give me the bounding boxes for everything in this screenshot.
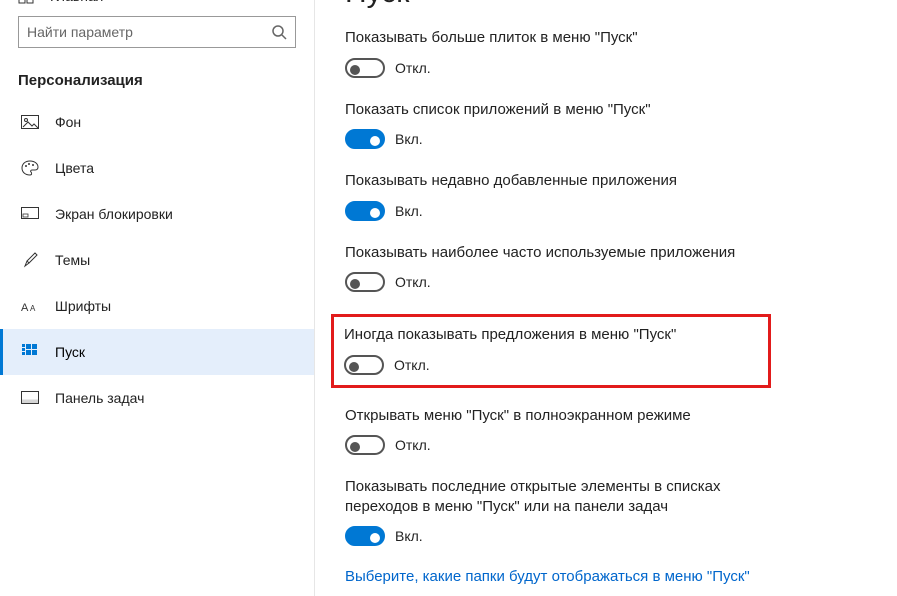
setting-recent-apps: Показывать недавно добавленные приложени… — [345, 171, 897, 221]
sidebar-item-lockscreen[interactable]: Экран блокировки — [0, 191, 314, 237]
setting-label: Показывать недавно добавленные приложени… — [345, 171, 765, 191]
home-icon — [18, 0, 34, 4]
sidebar-item-background[interactable]: Фон — [0, 99, 314, 145]
toggle-state: Вкл. — [395, 528, 423, 544]
toggle-state: Откл. — [395, 60, 431, 76]
toggle-state: Откл. — [394, 357, 430, 373]
sidebar-item-fonts[interactable]: AA Шрифты — [0, 283, 314, 329]
toggle-jump-lists[interactable] — [345, 526, 385, 546]
main-content: Пуск Показывать больше плиток в меню "Пу… — [315, 0, 897, 596]
setting-label: Показывать последние открытые элементы в… — [345, 477, 765, 516]
sidebar-item-label: Фон — [55, 114, 81, 130]
setting-fullscreen: Открывать меню "Пуск" в полноэкранном ре… — [345, 406, 897, 456]
setting-label: Показать список приложений в меню "Пуск" — [345, 100, 765, 120]
brush-icon — [21, 252, 39, 268]
sidebar: Главная Персонализация Фон Цвета — [0, 0, 315, 596]
search-box[interactable] — [18, 16, 296, 48]
setting-app-list: Показать список приложений в меню "Пуск"… — [345, 100, 897, 150]
toggle-state: Откл. — [395, 274, 431, 290]
toggle-fullscreen[interactable] — [345, 435, 385, 455]
sidebar-item-themes[interactable]: Темы — [0, 237, 314, 283]
sidebar-item-taskbar[interactable]: Панель задач — [0, 375, 314, 421]
font-icon: AA — [21, 299, 39, 313]
toggle-state: Вкл. — [395, 203, 423, 219]
toggle-suggestions[interactable] — [344, 355, 384, 375]
sidebar-home-label: Главная — [50, 0, 103, 4]
sidebar-item-label: Шрифты — [55, 298, 111, 314]
toggle-app-list[interactable] — [345, 129, 385, 149]
search-icon — [271, 24, 287, 40]
sidebar-nav: Фон Цвета Экран блокировки Темы AA Шрифт… — [0, 99, 314, 421]
taskbar-icon — [21, 391, 39, 405]
lockscreen-icon — [21, 207, 39, 221]
search-input[interactable] — [27, 24, 271, 40]
toggle-state: Откл. — [395, 437, 431, 453]
sidebar-item-label: Темы — [55, 252, 90, 268]
sidebar-item-label: Экран блокировки — [55, 206, 173, 222]
sidebar-item-label: Панель задач — [55, 390, 144, 406]
setting-most-used: Показывать наиболее часто используемые п… — [345, 243, 897, 293]
setting-jump-lists: Показывать последние открытые элементы в… — [345, 477, 897, 546]
page-title: Пуск — [345, 0, 897, 10]
setting-more-tiles: Показывать больше плиток в меню "Пуск" О… — [345, 28, 897, 78]
sidebar-item-label: Цвета — [55, 160, 94, 176]
toggle-recent-apps[interactable] — [345, 201, 385, 221]
sidebar-item-label: Пуск — [55, 344, 85, 360]
sidebar-section-title: Персонализация — [0, 66, 314, 99]
svg-text:A: A — [30, 304, 36, 313]
setting-suggestions: Иногда показывать предложения в меню "Пу… — [344, 325, 758, 375]
palette-icon — [21, 160, 39, 176]
start-icon — [21, 344, 39, 360]
choose-folders-link[interactable]: Выберите, какие папки будут отображаться… — [345, 568, 897, 585]
sidebar-item-colors[interactable]: Цвета — [0, 145, 314, 191]
toggle-state: Вкл. — [395, 131, 423, 147]
toggle-more-tiles[interactable] — [345, 58, 385, 78]
toggle-most-used[interactable] — [345, 272, 385, 292]
setting-label: Показывать больше плиток в меню "Пуск" — [345, 28, 765, 48]
highlighted-setting: Иногда показывать предложения в меню "Пу… — [331, 314, 771, 388]
search-container — [0, 6, 314, 66]
picture-icon — [21, 115, 39, 129]
sidebar-item-start[interactable]: Пуск — [0, 329, 314, 375]
setting-label: Иногда показывать предложения в меню "Пу… — [344, 325, 758, 345]
setting-label: Открывать меню "Пуск" в полноэкранном ре… — [345, 406, 765, 426]
svg-text:A: A — [21, 302, 29, 313]
setting-label: Показывать наиболее часто используемые п… — [345, 243, 765, 263]
